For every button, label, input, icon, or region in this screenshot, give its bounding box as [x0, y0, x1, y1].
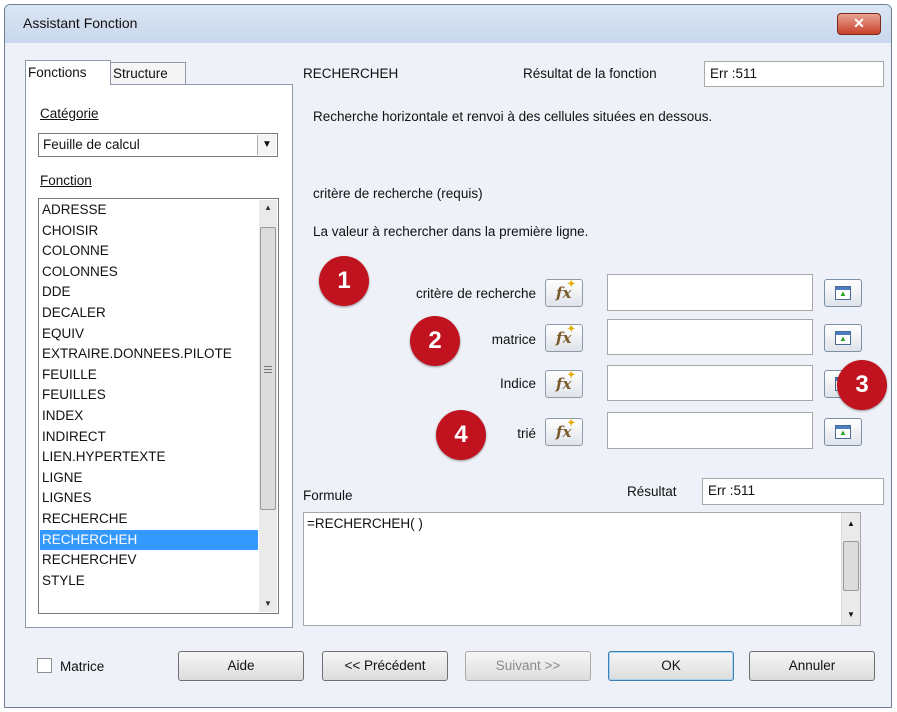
function-wizard-button-3[interactable]: fx	[545, 370, 583, 398]
scroll-up-icon[interactable]: ▲	[842, 519, 860, 528]
matrix-checkbox[interactable]	[37, 658, 52, 673]
formula-label: Formule	[303, 488, 353, 503]
arg-label-criterion: critère de recherche	[415, 286, 536, 301]
scroll-down-icon[interactable]: ▼	[842, 610, 860, 619]
function-list-item[interactable]: FEUILLE	[40, 365, 258, 386]
cancel-button[interactable]: Annuler	[749, 651, 875, 681]
shrink-button-4[interactable]	[824, 418, 862, 446]
result-label: Résultat	[627, 484, 677, 499]
fx-icon: fx	[556, 324, 576, 347]
previous-button[interactable]: << Précédent	[322, 651, 448, 681]
function-list-item[interactable]: RECHERCHEH	[40, 529, 258, 551]
fx-icon: fx	[556, 418, 576, 441]
title-bar[interactable]: Assistant Fonction ✕	[5, 5, 891, 43]
close-button[interactable]: ✕	[837, 13, 881, 35]
function-list-item[interactable]: DDE	[40, 282, 258, 303]
function-list-item[interactable]: EXTRAIRE.DONNEES.PILOTE	[40, 344, 258, 365]
tab-functions[interactable]: Fonctions	[25, 60, 111, 85]
shrink-icon	[835, 331, 851, 345]
shrink-button-1[interactable]	[824, 279, 862, 307]
category-value: Feuille de calcul	[43, 137, 140, 152]
function-list-item[interactable]: COLONNE	[40, 241, 258, 262]
category-select[interactable]: Feuille de calcul ▼	[38, 133, 278, 157]
shrink-button-2[interactable]	[824, 324, 862, 352]
scroll-up-icon[interactable]: ▲	[259, 200, 277, 216]
formula-text: =RECHERCHEH( )	[307, 516, 423, 531]
callout-badge-2: 2	[410, 316, 460, 366]
function-list-item[interactable]: DECALER	[40, 303, 258, 324]
callout-badge-3: 3	[837, 360, 887, 410]
function-list-item[interactable]: ADRESSE	[40, 200, 258, 221]
help-button[interactable]: Aide	[178, 651, 304, 681]
function-list-item[interactable]: INDEX	[40, 406, 258, 427]
ok-button[interactable]: OK	[608, 651, 734, 681]
function-list-item[interactable]: INDIRECT	[40, 427, 258, 448]
function-result-label: Résultat de la fonction	[523, 66, 657, 81]
function-list-item[interactable]: RECHERCHEV	[40, 550, 258, 571]
chevron-down-icon[interactable]: ▼	[257, 135, 276, 155]
formula-scrollbar[interactable]: ▲ ▼	[841, 513, 860, 625]
function-list-scrollbar[interactable]: ▲ ▼	[259, 200, 277, 612]
shrink-icon	[835, 286, 851, 300]
arg-input-sorted[interactable]	[607, 412, 813, 449]
scroll-down-icon[interactable]: ▼	[259, 596, 277, 612]
formula-scroll-thumb[interactable]	[843, 541, 859, 591]
function-list-item[interactable]: EQUIV	[40, 324, 258, 345]
result-field: Err :511	[702, 478, 884, 505]
arg-label-index: Indice	[499, 376, 536, 391]
function-list-item[interactable]: CHOISIR	[40, 221, 258, 242]
argument-title: critère de recherche (requis)	[313, 186, 483, 201]
arg-label-matrix: matrice	[491, 332, 536, 347]
function-list-item[interactable]: LIGNE	[40, 468, 258, 489]
function-label: Fonction	[40, 173, 92, 188]
function-name: RECHERCHEH	[303, 66, 399, 81]
arg-input-index[interactable]	[607, 365, 813, 401]
callout-badge-4: 4	[436, 410, 486, 460]
function-wizard-button-2[interactable]: fx	[545, 324, 583, 352]
function-list-item[interactable]: LIGNES	[40, 488, 258, 509]
fx-icon: fx	[556, 279, 576, 302]
formula-editor[interactable]: =RECHERCHEH( ) ▲ ▼	[303, 512, 861, 626]
matrix-label: Matrice	[60, 659, 105, 674]
function-result-field: Err :511	[704, 61, 884, 87]
callout-badge-1: 1	[319, 256, 369, 306]
function-list-item[interactable]: LIEN.HYPERTEXTE	[40, 447, 258, 468]
function-list-item[interactable]: RECHERCHE	[40, 509, 258, 530]
category-label: Catégorie	[40, 106, 99, 121]
arg-label-sorted: trié	[517, 426, 536, 441]
tab-structure[interactable]: Structure	[110, 62, 186, 85]
window-title: Assistant Fonction	[23, 15, 138, 31]
function-list[interactable]: ADRESSE CHOISIR COLONNE COLONNES DDE DECALER E…	[38, 198, 279, 614]
function-list-item[interactable]: COLONNES	[40, 262, 258, 283]
shrink-icon	[835, 425, 851, 439]
next-button[interactable]: Suivant >>	[465, 651, 591, 681]
function-description: Recherche horizontale et renvoi à des ce…	[313, 109, 713, 124]
scroll-thumb[interactable]	[260, 227, 276, 510]
arg-input-matrix[interactable]	[607, 319, 813, 355]
function-list-item[interactable]: FEUILLES	[40, 385, 258, 406]
argument-description: La valeur à rechercher dans la première …	[313, 224, 589, 239]
function-wizard-button-4[interactable]: fx	[545, 418, 583, 446]
function-list-item[interactable]: STYLE	[40, 571, 258, 592]
arg-input-criterion[interactable]	[607, 274, 813, 311]
fx-icon: fx	[556, 370, 576, 393]
function-wizard-button-1[interactable]: fx	[545, 279, 583, 307]
